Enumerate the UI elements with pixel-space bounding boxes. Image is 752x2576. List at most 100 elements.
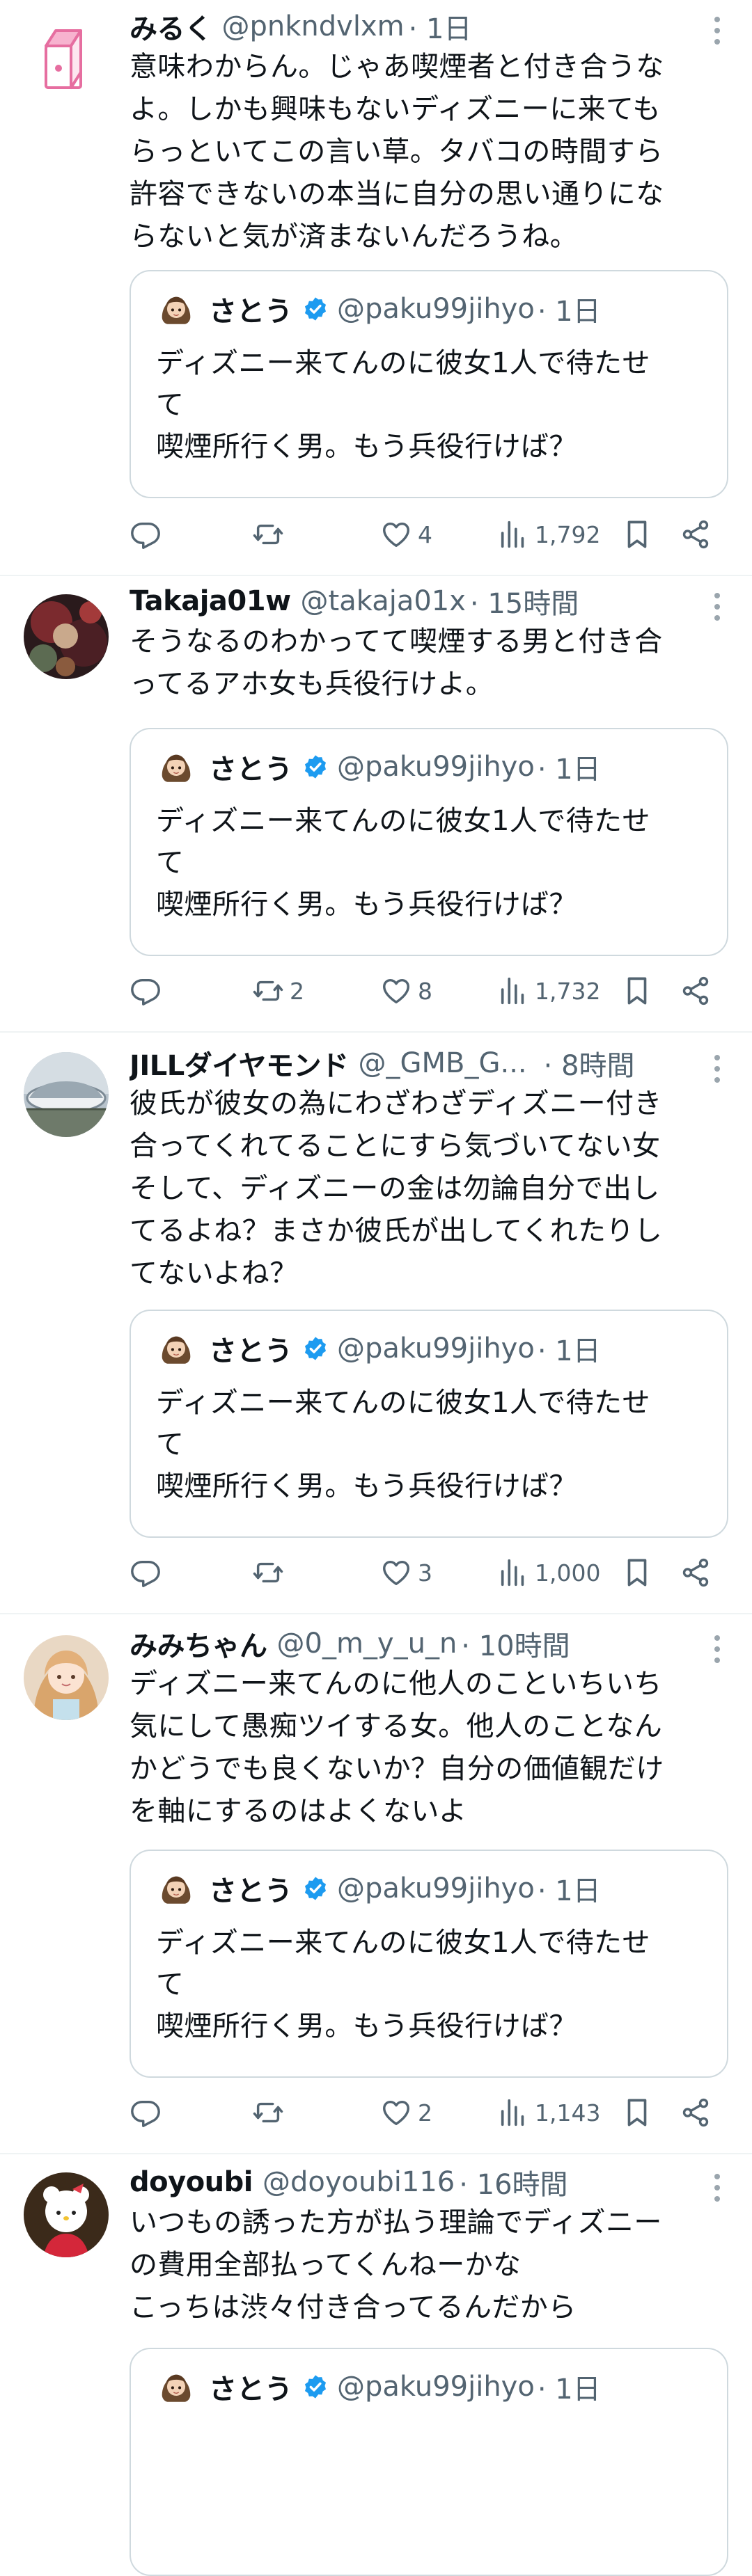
quoted-display-name: さとう — [209, 754, 292, 786]
display-name[interactable]: みみちゃん — [130, 1624, 267, 1663]
like-button[interactable]: 2 — [380, 2092, 432, 2133]
bookmark-icon — [621, 975, 653, 1007]
display-name[interactable]: Takaja01w — [130, 585, 291, 617]
reply-post[interactable]: JILLダイヤモンド @_GMB_G... · 8時間 彼氏が彼女の為にわざわざ… — [0, 1033, 752, 1614]
reply-icon — [130, 2097, 162, 2129]
username[interactable]: @_GMB_G... — [359, 1047, 527, 1079]
views-button[interactable]: 1,000 — [497, 1552, 600, 1593]
views-button[interactable]: 1,732 — [497, 970, 600, 1012]
bookmark-button[interactable] — [621, 1552, 653, 1593]
reply-post[interactable]: Takaja01w @takaja01x · 15時間 そうなるのわかってて喫煙… — [0, 576, 752, 1033]
reply-feed: みるく @pnkndvlxm · 1日 意味わからん。じゃあ喫煙者と付き合うな … — [0, 0, 752, 2576]
action-bar: 3 1,000 — [130, 1552, 731, 1593]
username[interactable]: @pnkndvlxm — [222, 10, 405, 42]
quoted-header: さとう @paku99jihyo · 1日 — [156, 289, 601, 328]
quoted-post[interactable]: さとう @paku99jihyo · 1日 ディズニー来てんのに彼女1人で待たせ… — [130, 1310, 728, 1538]
avatar[interactable] — [24, 1052, 109, 1137]
views-button[interactable]: 1,143 — [497, 2092, 600, 2133]
post-text: いつもの誘った方が払う理論でディズニー の費用全部払ってくんねーかな こっちは渋… — [130, 2207, 662, 2323]
quoted-timestamp: · 1日 — [537, 1335, 601, 1367]
repost-icon — [252, 518, 284, 550]
post-text: ディズニー来てんのに他人のこといちいち 気にして愚痴ツイする女。他人のことなん … — [130, 1668, 664, 1827]
view-count: 1,732 — [535, 977, 601, 1005]
quoted-timestamp: · 1日 — [537, 754, 601, 786]
views-icon — [497, 518, 529, 550]
reply-post[interactable]: みみちゃん @0_m_y_u_n · 10時間 ディズニー来てんのに他人のことい… — [0, 1614, 752, 2154]
quoted-post[interactable]: さとう @paku99jihyo · 1日 ディズニー来てんのに彼女1人で待たせ… — [130, 270, 728, 498]
repost-button[interactable]: 2 — [252, 970, 304, 1012]
repost-button[interactable] — [252, 1552, 290, 1593]
post-header: doyoubi @doyoubi116 · 16時間 — [130, 2163, 703, 2202]
like-icon — [380, 518, 412, 550]
quoted-avatar — [156, 1328, 196, 1369]
share-icon — [680, 2097, 712, 2129]
quoted-post[interactable]: さとう @paku99jihyo · 1日 ディズニー来てんのに彼女1人で待たせ… — [130, 728, 728, 956]
like-count: 8 — [418, 977, 432, 1005]
timestamp[interactable]: · 10時間 — [461, 1624, 570, 1663]
avatar[interactable] — [24, 14, 109, 99]
post-text: そうなるのわかってて喫煙する男と付き合 ってるアホ女も兵役行けよ。 — [130, 626, 663, 700]
avatar[interactable] — [24, 594, 109, 679]
share-icon — [680, 518, 712, 550]
more-icon[interactable] — [713, 17, 721, 45]
avatar[interactable] — [24, 1635, 109, 1720]
quoted-display-name: さとう — [209, 2374, 292, 2406]
bookmark-button[interactable] — [621, 514, 653, 555]
quoted-avatar — [156, 2367, 196, 2407]
repost-icon — [252, 2097, 284, 2129]
repost-button[interactable] — [252, 514, 290, 555]
quoted-timestamp: · 1日 — [537, 296, 601, 328]
post-text: 意味わからん。じゃあ喫煙者と付き合うな よ。しかも興味もないディズニーに来ても … — [130, 51, 664, 253]
reply-button[interactable] — [130, 514, 162, 555]
share-button[interactable] — [680, 2092, 712, 2133]
username[interactable]: @takaja01x — [301, 585, 466, 617]
like-button[interactable]: 8 — [380, 970, 432, 1012]
display-name[interactable]: みるく — [130, 7, 212, 46]
quoted-header: さとう @paku99jihyo · 1日 — [156, 1869, 601, 1908]
quoted-username: @paku99jihyo — [337, 751, 535, 783]
repost-button[interactable] — [252, 2092, 290, 2133]
views-icon — [497, 975, 529, 1007]
quoted-avatar — [156, 747, 196, 787]
post-header: みるく @pnkndvlxm · 1日 — [130, 7, 703, 46]
quoted-username: @paku99jihyo — [337, 2371, 535, 2403]
timestamp[interactable]: · 8時間 — [544, 1044, 635, 1083]
quoted-post[interactable]: さとう @paku99jihyo · 1日 ディズニー来てんのに彼女1人で待たせ… — [130, 1850, 728, 2078]
bookmark-button[interactable] — [621, 2092, 653, 2133]
timestamp[interactable]: · 16時間 — [459, 2163, 567, 2202]
quoted-username: @paku99jihyo — [337, 293, 535, 325]
action-bar: 2 8 1,732 — [130, 970, 731, 1012]
verified-badge-icon — [302, 2374, 329, 2400]
share-button[interactable] — [680, 514, 712, 555]
timestamp[interactable]: · 15時間 — [470, 582, 579, 621]
username[interactable]: @0_m_y_u_n — [277, 1628, 457, 1660]
quoted-header: さとう @paku99jihyo · 1日 — [156, 2367, 601, 2406]
display-name[interactable]: doyoubi — [130, 2166, 253, 2198]
reply-button[interactable] — [130, 970, 162, 1012]
like-button[interactable]: 3 — [380, 1552, 432, 1593]
username[interactable]: @doyoubi116 — [263, 2166, 455, 2198]
reply-post[interactable]: みるく @pnkndvlxm · 1日 意味わからん。じゃあ喫煙者と付き合うな … — [0, 0, 752, 576]
reply-post[interactable]: doyoubi @doyoubi116 · 16時間 いつもの誘った方が払う理論… — [0, 2154, 752, 2576]
bookmark-button[interactable] — [621, 970, 653, 1012]
display-name[interactable]: JILLダイヤモンド — [130, 1044, 349, 1083]
quoted-avatar — [156, 1868, 196, 1909]
view-count: 1,000 — [535, 1559, 601, 1587]
avatar[interactable] — [24, 2172, 109, 2257]
views-button[interactable]: 1,792 — [497, 514, 600, 555]
like-button[interactable]: 4 — [380, 514, 432, 555]
timestamp[interactable]: · 1日 — [409, 7, 472, 46]
more-icon[interactable] — [713, 1635, 721, 1663]
more-icon[interactable] — [713, 1055, 721, 1083]
quoted-text: ディズニー来てんのに彼女1人で待たせ て 喫煙所行く男。もう兵役行けば？ — [156, 805, 650, 921]
more-icon[interactable] — [713, 593, 721, 621]
reply-button[interactable] — [130, 2092, 162, 2133]
quoted-display-name: さとう — [209, 296, 292, 328]
more-icon[interactable] — [713, 2174, 721, 2202]
quoted-post[interactable]: さとう @paku99jihyo · 1日 — [130, 2348, 728, 2576]
share-button[interactable] — [680, 970, 712, 1012]
quoted-avatar — [156, 289, 196, 329]
share-button[interactable] — [680, 1552, 712, 1593]
reply-button[interactable] — [130, 1552, 162, 1593]
quoted-display-name: さとう — [209, 1875, 292, 1907]
